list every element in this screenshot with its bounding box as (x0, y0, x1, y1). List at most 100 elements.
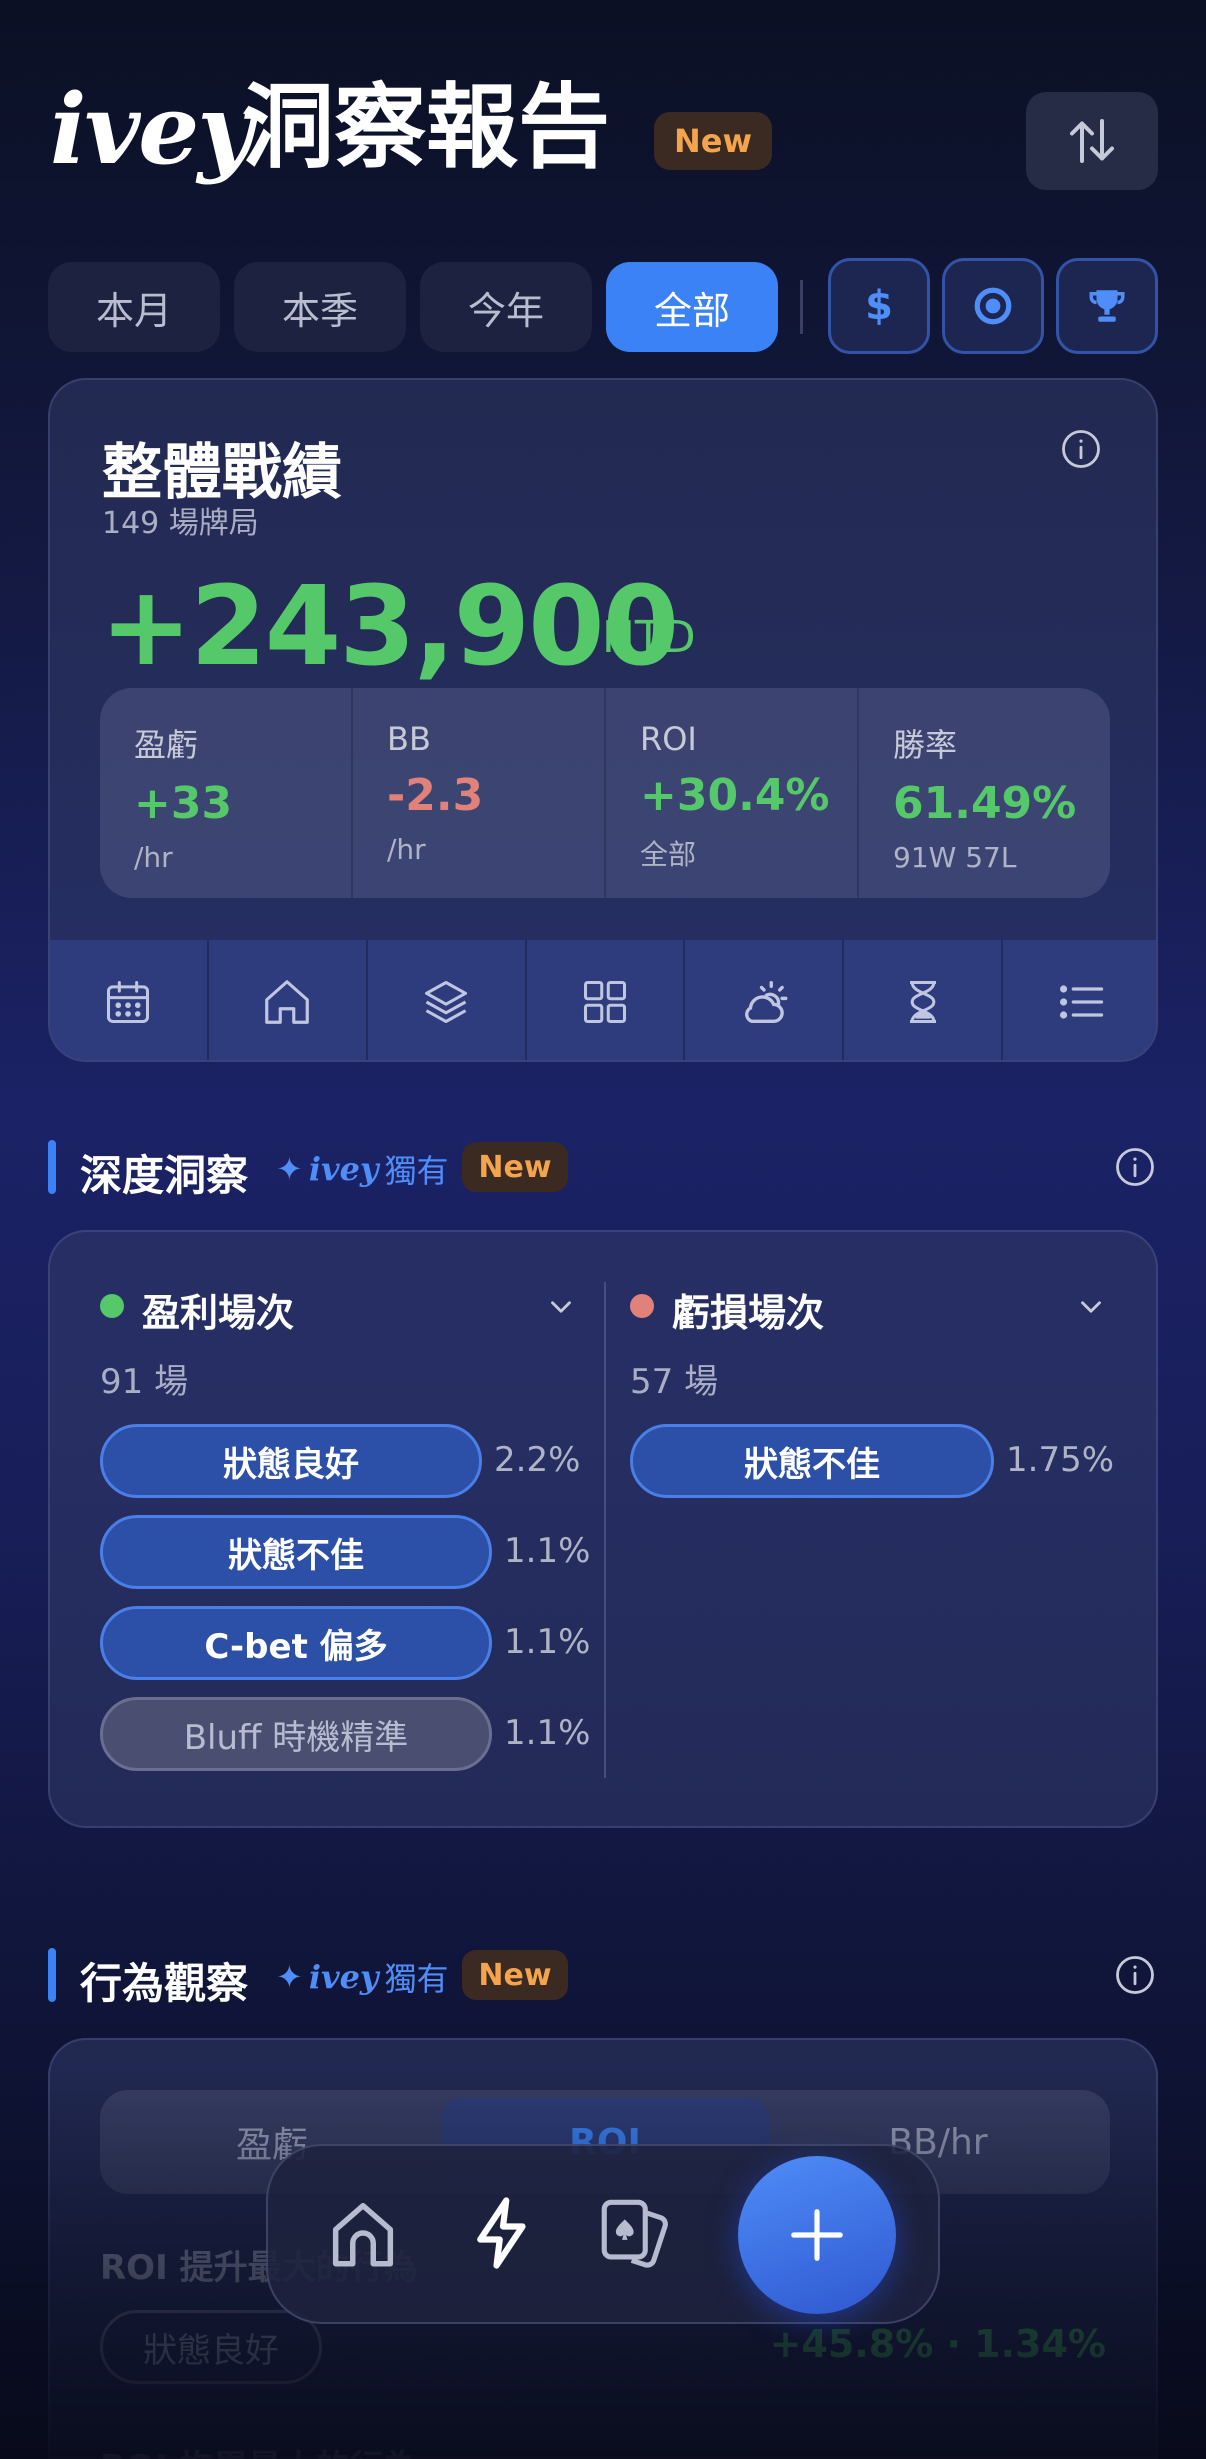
bolt-icon (477, 2197, 526, 2269)
sort-button[interactable] (1026, 92, 1158, 190)
behavior-chip[interactable]: 狀態良好 (100, 2310, 322, 2384)
insight-section-title: 深度洞察 (80, 1151, 249, 1200)
exclusive-text: 獨有 (384, 1152, 449, 1190)
tab-calendar[interactable] (50, 940, 209, 1060)
win-chip[interactable]: 狀態不佳 (100, 1515, 492, 1589)
insight-card: 盈利場次 91 場 狀態良好 2.2% 狀態不佳 1.1% C-bet 偏多 1… (48, 1230, 1158, 1828)
info-icon[interactable] (1114, 1146, 1156, 1188)
new-badge: New (654, 112, 772, 170)
exclusive-text: 獨有 (384, 1960, 449, 1998)
roi-worst-behavior-label: ROI 拖累最大的行為 (100, 2440, 418, 2459)
tab-duration[interactable] (844, 940, 1004, 1060)
nav-home[interactable] (322, 2192, 404, 2278)
trophy-icon (1089, 290, 1125, 322)
stat-label: 勝率 (893, 726, 958, 764)
tab-list[interactable] (1003, 940, 1156, 1060)
new-badge: New (462, 1950, 568, 2000)
filter-divider (800, 280, 803, 334)
layers-icon (425, 980, 468, 1024)
sparkle-icon: ✦ (276, 1958, 303, 1996)
stat-value: -2.3 (387, 770, 484, 821)
loss-sessions-title: 虧損場次 (672, 1291, 825, 1335)
section-accent-bar (48, 1948, 56, 2002)
stat-profit-per-hour: 盈虧 +33 /hr (100, 688, 353, 898)
sparkle-icon: ✦ (276, 1150, 303, 1188)
period-tab-quarter[interactable]: 本季 (234, 262, 406, 352)
add-session-button[interactable] (738, 2156, 896, 2314)
win-chip-pct: 1.1% (504, 1622, 591, 1662)
loss-sessions-count: 57 場 (630, 1362, 719, 1402)
tab-weather[interactable] (685, 940, 845, 1060)
home-icon (265, 980, 310, 1024)
behavior-section-title: 行為觀察 (80, 1959, 249, 2008)
exclusive-brand: ivey (308, 1958, 379, 1996)
behavior-value: +45.8% · 1.34% (769, 2322, 1106, 2366)
win-chip[interactable]: 狀態良好 (100, 1424, 482, 1498)
info-icon[interactable] (1114, 1954, 1156, 1996)
stats-panel: 盈虧 +33 /hr BB -2.3 /hr ROI +30.4% 全部 勝率 … (100, 688, 1110, 898)
win-chip-pct: 1.1% (504, 1713, 591, 1753)
chip-icon (974, 287, 1012, 325)
chevron-down-icon[interactable] (544, 1290, 578, 1324)
view-tab-bar (50, 940, 1156, 1060)
stat-bb-per-hour: BB -2.3 /hr (353, 688, 606, 898)
stat-sub: /hr (387, 833, 426, 866)
exclusive-label: ✦ ivey 獨有 (276, 1146, 449, 1192)
info-icon[interactable] (1060, 428, 1102, 470)
hourglass-icon (909, 980, 936, 1024)
nav-cards[interactable] (594, 2192, 676, 2278)
overall-performance-card: 整體戰績 149 場牌局 +243,900 NTD 盈虧 +33 /hr BB … (48, 378, 1158, 1062)
brand-logo: ivey (50, 73, 253, 186)
win-chip-pct: 1.1% (504, 1531, 591, 1571)
win-chip[interactable]: C-bet 偏多 (100, 1606, 492, 1680)
new-badge: New (462, 1142, 568, 1192)
tab-layers[interactable] (368, 940, 527, 1060)
period-tab-all[interactable]: 全部 (606, 262, 778, 352)
section-accent-bar (48, 1140, 56, 1194)
stat-label: BB (387, 720, 431, 758)
weather-icon (744, 980, 788, 1024)
session-count: 149 場牌局 (102, 506, 259, 541)
filter-chip-button[interactable] (942, 258, 1044, 354)
stat-value: +33 (134, 778, 233, 829)
list-icon (1059, 985, 1103, 1019)
total-profit: +243,900 (100, 562, 679, 690)
win-chip[interactable]: Bluff 時機精準 (100, 1697, 492, 1771)
add-icon (791, 2209, 843, 2261)
loss-chip[interactable]: 狀態不佳 (630, 1424, 994, 1498)
win-chip-pct: 2.2% (494, 1440, 581, 1480)
currency-unit: NTD (602, 612, 696, 663)
exclusive-brand: ivey (308, 1150, 379, 1188)
stat-value: +30.4% (640, 770, 830, 821)
chevron-down-icon[interactable] (1074, 1290, 1108, 1324)
filter-trophy-button[interactable] (1056, 258, 1158, 354)
stat-label: 盈虧 (134, 726, 199, 764)
loss-dot (630, 1294, 654, 1318)
exclusive-label: ✦ ivey 獨有 (276, 1954, 449, 2000)
stat-sub: 91W 57L (893, 841, 1017, 874)
stat-sub: /hr (134, 841, 173, 874)
stat-label: ROI (640, 720, 697, 758)
tab-home[interactable] (209, 940, 368, 1060)
period-tab-year[interactable]: 今年 (420, 262, 592, 352)
win-dot (100, 1294, 124, 1318)
stat-sub: 全部 (640, 838, 697, 871)
dollar-icon: $ (865, 283, 893, 329)
nav-activity[interactable] (464, 2194, 542, 2276)
win-sessions-title: 盈利場次 (142, 1291, 295, 1335)
filter-money-button[interactable]: $ (828, 258, 930, 354)
loss-chip-pct: 1.75% (1006, 1440, 1115, 1480)
period-tab-month[interactable]: 本月 (48, 262, 220, 352)
home-icon (332, 2202, 394, 2267)
stat-roi: ROI +30.4% 全部 (606, 688, 859, 898)
page-title: 洞察報告 (242, 74, 611, 181)
tab-grid[interactable] (527, 940, 686, 1060)
column-divider (604, 1282, 606, 1778)
sort-updown-icon (1070, 119, 1114, 163)
stat-win-rate: 勝率 61.49% 91W 57L (859, 688, 1110, 898)
grid-icon (583, 980, 627, 1024)
calendar-icon (107, 980, 150, 1024)
stat-value: 61.49% (893, 778, 1077, 829)
cards-icon (601, 2199, 668, 2268)
win-sessions-count: 91 場 (100, 1362, 189, 1402)
